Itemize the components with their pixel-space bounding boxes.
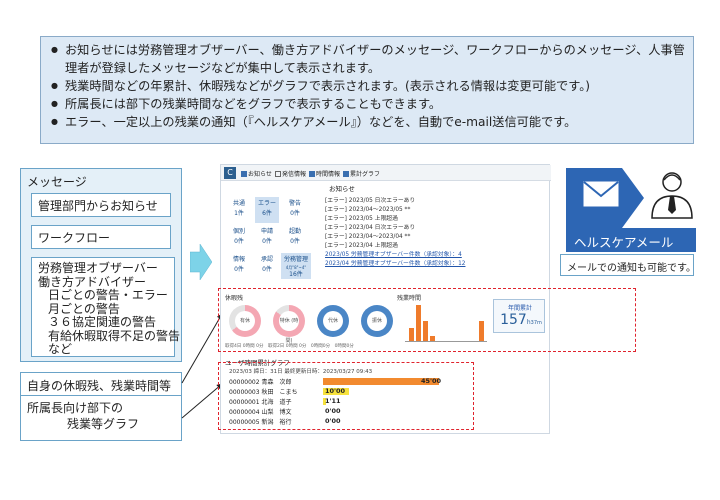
notice-title: お知らせ <box>329 185 355 193</box>
observer-line: 有給休暇取得不足の警告 <box>48 328 181 343</box>
info-bullet: 残業時間などの年累計、休暇残などがグラフで表示されます。(表示される情報は変更可… <box>49 77 685 95</box>
message-box-title: メッセージ <box>27 175 87 189</box>
tile-approval[interactable]: 承認 0件 <box>255 253 279 279</box>
message-box: メッセージ 管理部門からお知らせ ワークフロー 労務管理オブザーバー 働き方アド… <box>20 168 182 362</box>
info-bullet: エラー、一定以上の残業の通知（『ヘルスケアメール』）などを、自動でe-mail送… <box>49 113 685 131</box>
notice-item: [エラー] 2023/05 日次エラーあり <box>325 198 416 204</box>
message-item-observer: 労務管理オブザーバー 働き方アドバイザー 日ごとの警告・エラー 月ごとの警告 ３… <box>31 257 181 357</box>
tile-common[interactable]: 共通 1件 <box>227 197 251 223</box>
label-self-leave: 自身の休暇残、残業時間等 <box>20 372 182 396</box>
tile-labor[interactable]: 労務管理 4月"8"~4" 16件 <box>281 253 311 279</box>
notice-link[interactable]: 2023/04 労務管理オブザーバー件数（承認対象）：12 <box>325 258 465 267</box>
label-subordinate-line1: 所属長向け部下の <box>27 401 124 415</box>
info-bullet: 所属長には部下の残業時間などをグラフで表示することもできます。 <box>49 95 685 113</box>
healthcare-mail-title: ヘルスケアメール <box>566 228 696 252</box>
tile-individual[interactable]: 個別 0件 <box>227 225 251 251</box>
notice-item: [エラー] 2023/04～2023/04 ** <box>325 234 411 240</box>
tile-request[interactable]: 申請 0件 <box>255 225 279 251</box>
check-graph[interactable]: 累計グラフ <box>343 169 380 178</box>
check-sent[interactable]: 発信情報 <box>275 169 306 178</box>
observer-line: 日ごとの警告・エラー <box>48 288 168 302</box>
label-subordinate-graph: 所属長向け部下の 残業等グラフ <box>20 395 182 441</box>
notice-item: [エラー] 2023/04 日次エラーあり <box>325 225 416 231</box>
label-subordinate-line2: 残業等グラフ <box>67 417 140 431</box>
highlight-subordinate <box>218 362 474 430</box>
check-time[interactable]: 時間情報 <box>309 169 340 178</box>
notice-item: [エラー] 2023/05 上限超過 <box>325 216 398 222</box>
notice-link[interactable]: 2023/05 労務管理オブザーバー件数（承認対象）：4 <box>325 249 462 258</box>
arrow-right-icon <box>190 244 212 280</box>
tile-overtime[interactable]: 超勤 0件 <box>283 225 307 251</box>
highlight-self <box>218 288 636 352</box>
check-notice[interactable]: お知らせ <box>241 169 272 178</box>
tile-warning[interactable]: 警告 0件 <box>283 197 307 223</box>
observer-line: ３６協定関連の警告 <box>48 315 157 329</box>
notice-item: [エラー] 2023/04 上限超過 <box>325 243 398 249</box>
observer-line: など <box>48 342 73 356</box>
portal-toolbar: C お知らせ 発信情報 時間情報 累計グラフ <box>221 165 551 181</box>
info-bullet: お知らせには労務管理オブザーバー、働き方アドバイザーのメッセージ、ワークフローか… <box>49 41 685 77</box>
healthcare-mail-note: メールでの通知も可能です。 <box>560 254 696 276</box>
observer-line: 働き方アドバイザー <box>38 274 147 289</box>
message-item-workflow: ワークフロー <box>31 225 171 249</box>
notice-item: [エラー] 2023/04～2023/05 ** <box>325 207 411 213</box>
message-item-admin: 管理部門からお知らせ <box>31 193 171 217</box>
observer-line: 労務管理オブザーバー <box>38 261 158 275</box>
app-logo: C <box>224 167 236 179</box>
tile-error[interactable]: エラー 6件 <box>255 197 279 223</box>
observer-line: 月ごとの警告 <box>48 301 120 316</box>
info-box: お知らせには労務管理オブザーバー、働き方アドバイザーのメッセージ、ワークフローか… <box>40 36 694 144</box>
tile-info[interactable]: 情報 0件 <box>227 253 251 279</box>
